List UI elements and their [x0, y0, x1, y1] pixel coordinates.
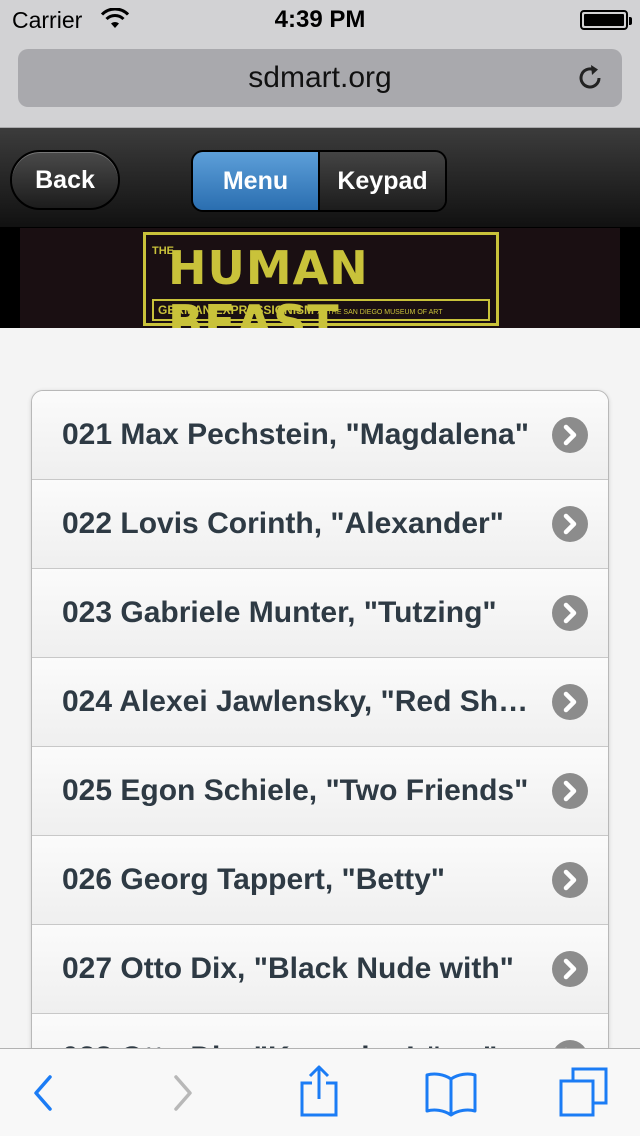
chevron-right-icon — [552, 773, 588, 809]
chevron-right-icon — [552, 951, 588, 987]
list-item-label: 024 Alexei Jawlensky, "Red Shawl" — [62, 685, 532, 718]
list-item[interactable]: 022 Lovis Corinth, "Alexander" — [32, 480, 608, 569]
list-item[interactable]: 021 Max Pechstein, "Magdalena" — [32, 391, 608, 480]
chevron-right-icon — [552, 417, 588, 453]
tab-menu[interactable]: Menu — [193, 152, 318, 210]
list-item[interactable]: 028 Otto Dix, "Kanonier Löwe" — [32, 1014, 608, 1048]
bookmarks-icon[interactable] — [424, 1069, 478, 1117]
battery-icon — [580, 10, 632, 30]
list-item-label: 021 Max Pechstein, "Magdalena" — [62, 418, 529, 451]
list-item[interactable]: 024 Alexei Jawlensky, "Red Shawl" — [32, 658, 608, 747]
content-area: 021 Max Pechstein, "Magdalena" 022 Lovis… — [0, 328, 640, 1048]
artwork-list: 021 Max Pechstein, "Magdalena" 022 Lovis… — [31, 390, 609, 1048]
list-item-label: 028 Otto Dix, "Kanonier Löwe" — [62, 1014, 532, 1048]
forward-arrow-icon[interactable] — [168, 1069, 198, 1117]
address-bar[interactable]: sdmart.org — [18, 49, 622, 107]
back-arrow-icon[interactable] — [28, 1069, 58, 1117]
exhibition-logo: THE HUMAN BEAST GERMAN EXPRESSIONISM AT … — [143, 232, 499, 349]
logo-subtitle: GERMAN EXPRESSIONISM AT THE SAN DIEGO MU… — [152, 299, 490, 321]
chevron-right-icon — [552, 684, 588, 720]
list-item-label: 022 Lovis Corinth, "Alexander" — [62, 507, 504, 540]
browser-address-area: sdmart.org — [0, 40, 640, 128]
logo-the: THE — [152, 245, 174, 257]
tab-keypad[interactable]: Keypad — [318, 152, 445, 210]
reload-icon[interactable] — [574, 62, 606, 94]
chevron-right-icon — [552, 506, 588, 542]
list-item-label: 023 Gabriele Munter, "Tutzing" — [62, 596, 497, 629]
tabs-icon[interactable] — [558, 1065, 610, 1119]
status-time: 4:39 PM — [274, 6, 366, 33]
list-item[interactable]: 027 Otto Dix, "Black Nude with" — [32, 925, 608, 1014]
page-header: Back Menu Keypad — [0, 128, 640, 228]
list-item[interactable]: 023 Gabriele Munter, "Tutzing" — [32, 569, 608, 658]
list-item-label: 026 Georg Tappert, "Betty" — [62, 863, 445, 896]
chevron-right-icon — [552, 1040, 588, 1048]
list-item[interactable]: 025 Egon Schiele, "Two Friends" — [32, 747, 608, 836]
logo-subtitle-small: AT THE SAN DIEGO MUSEUM OF ART — [317, 309, 443, 316]
chevron-right-icon — [552, 595, 588, 631]
url-text: sdmart.org — [248, 61, 392, 94]
chevron-right-icon — [552, 862, 588, 898]
browser-toolbar — [0, 1048, 640, 1136]
list-item[interactable]: 026 Georg Tappert, "Betty" — [32, 836, 608, 925]
list-item-label: 025 Egon Schiele, "Two Friends" — [62, 774, 529, 807]
segmented-control: Menu Keypad — [191, 150, 447, 212]
list-item-label: 027 Otto Dix, "Black Nude with" — [62, 952, 514, 985]
back-button[interactable]: Back — [10, 150, 120, 210]
status-bar: Carrier 4:39 PM — [0, 0, 640, 40]
share-icon[interactable] — [296, 1063, 342, 1119]
